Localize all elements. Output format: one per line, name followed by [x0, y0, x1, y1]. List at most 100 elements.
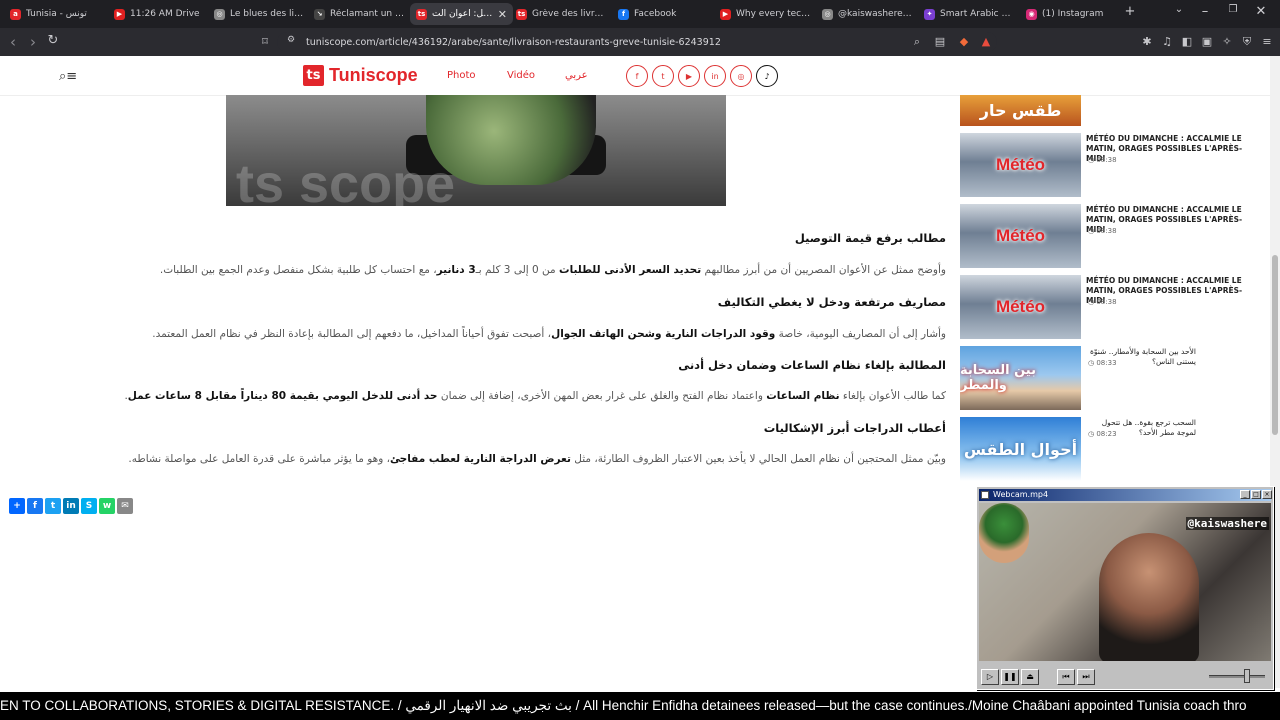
- webcam-minimize-button[interactable]: _: [1240, 490, 1250, 499]
- social-link-icon[interactable]: ▶: [678, 65, 700, 87]
- site-info-icon[interactable]: ⚙: [284, 35, 298, 49]
- ai-icon[interactable]: ✧: [1220, 35, 1234, 49]
- volume-slider-knob[interactable]: [1244, 669, 1250, 683]
- sidebar-article[interactable]: Météo MÉTÉO DU DIMANCHE : ACCALMIE LE MAT…: [960, 133, 1250, 197]
- share-icon[interactable]: S: [81, 498, 97, 514]
- streamer-shape: [1099, 533, 1199, 661]
- browser-tab[interactable]: ◉ (1) Instagram: [1020, 3, 1123, 25]
- social-link-icon[interactable]: ◎: [730, 65, 752, 87]
- tab-favicon-icon: ts: [416, 8, 427, 20]
- reload-icon[interactable]: ↻: [44, 33, 62, 48]
- reader-icon[interactable]: ▤: [933, 35, 947, 49]
- browser-toolbar: ‹ › ↻ ⌑ ⚙ tuniscope.com/article/436192/a…: [0, 28, 1280, 56]
- share-icon[interactable]: t: [45, 498, 61, 514]
- zoom-icon[interactable]: ⌕: [910, 35, 924, 49]
- logo-mark: ts: [303, 65, 324, 86]
- extensions-icon[interactable]: ✱: [1140, 35, 1154, 49]
- url-text[interactable]: tuniscope.com/article/436192/arabe/sante…: [306, 37, 721, 48]
- browser-tab[interactable]: ▶ Why every tech com: [714, 3, 817, 25]
- close-tab-icon[interactable]: ✕: [498, 8, 507, 21]
- webcam-titlebar[interactable]: Webcam.mp4: [979, 489, 1271, 501]
- thumbnail-text: بين السحابة والمطر: [960, 363, 1036, 393]
- heading-delivery-fee: مطالب برفع قيمة التوصيل: [794, 231, 946, 245]
- figurine-shape: [979, 503, 1029, 563]
- share-icon[interactable]: in: [63, 498, 79, 514]
- forward-icon[interactable]: ›: [24, 33, 42, 51]
- search-menu-icons[interactable]: ⌕≡: [59, 69, 77, 84]
- browser-tab[interactable]: ts Grève des livreurs d: [510, 3, 613, 25]
- player-app-icon: [981, 491, 989, 499]
- vpn-icon[interactable]: ⛨: [1240, 35, 1254, 49]
- browser-tab[interactable]: ts عاجل: أعوان الت ✕: [410, 3, 513, 25]
- image-watermark: ts scope: [236, 154, 456, 206]
- site-logo[interactable]: ts Tuniscope: [303, 65, 418, 86]
- social-link-icon[interactable]: t: [652, 65, 674, 87]
- menu-icon[interactable]: ≡: [1260, 35, 1274, 49]
- sidebar-article[interactable]: بين السحابة والمطر الأحد بين السحابة والأ…: [960, 346, 1250, 410]
- share-icon[interactable]: +: [9, 498, 25, 514]
- browser-tab[interactable]: ✦ Smart Arabic Keyb: [918, 3, 1021, 25]
- brave-shield-icon[interactable]: ◆: [957, 35, 971, 49]
- nav-arabic[interactable]: عربي: [565, 70, 588, 81]
- close-window-button[interactable]: ✕: [1252, 4, 1270, 19]
- share-icon[interactable]: f: [27, 498, 43, 514]
- sidebar-article-time: ◷ 08:38: [1088, 227, 1117, 235]
- webcam-maximize-button[interactable]: □: [1251, 490, 1261, 499]
- tab-favicon-icon: ◎: [822, 8, 833, 20]
- heading-high-costs: مصاريف مرتفعة ودخل لا يغطي التكاليف: [717, 295, 946, 309]
- next-button[interactable]: ⏭: [1077, 669, 1095, 685]
- site-header: ⌕≡ ts Tuniscope Photo Vidéo عربي f t ▶ in ◎ ♪: [0, 56, 1270, 96]
- webcam-video[interactable]: @kaiswashere: [979, 503, 1271, 661]
- pause-button[interactable]: ❚❚: [1001, 669, 1019, 685]
- paragraph-1: وأوضح ممثل عن الأعوان المصريين أن من أبر…: [159, 264, 946, 276]
- sidebar-thumbnail[interactable]: Météo: [960, 133, 1081, 197]
- social-link-icon[interactable]: ♪: [756, 65, 778, 87]
- webcam-player-window[interactable]: Webcam.mp4 _ □ × @kaiswashere ▷ ❚❚ ⏏ ⏮ ⏭: [976, 486, 1274, 690]
- back-icon[interactable]: ‹: [4, 33, 22, 51]
- volume-track[interactable]: [1209, 675, 1265, 678]
- tab-list-icon[interactable]: ⌄: [1170, 4, 1188, 15]
- sidebar-article-time: ◷ 08:33: [1088, 359, 1117, 367]
- tab-favicon-icon: a: [10, 8, 21, 20]
- streamer-handle: @kaiswashere: [1185, 517, 1269, 530]
- sidebar-article[interactable]: طقس حار: [960, 95, 1250, 126]
- nav-photo[interactable]: Photo: [447, 70, 476, 81]
- tab-title: عاجل: أعوان الت: [432, 9, 493, 19]
- page-scrollbar-thumb[interactable]: [1272, 255, 1278, 435]
- browser-tab[interactable]: a Tunisia - تونس: [4, 3, 107, 25]
- rewards-icon[interactable]: ▲: [979, 35, 993, 49]
- minimize-button[interactable]: –: [1196, 4, 1214, 19]
- wallet-icon[interactable]: ▣: [1200, 35, 1214, 49]
- restore-button[interactable]: ❐: [1224, 4, 1242, 15]
- sidebar-thumbnail[interactable]: بين السحابة والمطر: [960, 346, 1081, 410]
- tab-title: @kaiswashere - me: [838, 9, 913, 19]
- sidebar-thumbnail[interactable]: أحوال الطقس: [960, 417, 1081, 481]
- bookmark-icon[interactable]: ⌑: [258, 35, 272, 49]
- browser-tab[interactable]: ◎ @kaiswashere - me: [816, 3, 919, 25]
- previous-button[interactable]: ⏮: [1057, 669, 1075, 685]
- eject-button[interactable]: ⏏: [1021, 669, 1039, 685]
- browser-tab[interactable]: ◎ Le blues des livreurs: [208, 3, 311, 25]
- sidebar-article[interactable]: Météo MÉTÉO DU DIMANCHE : ACCALMIE LE MAT…: [960, 204, 1250, 268]
- browser-tab[interactable]: ↘ Réclamant un rever: [308, 3, 411, 25]
- sidebar-icon[interactable]: ◧: [1180, 35, 1194, 49]
- time-value: 08:38: [1096, 227, 1117, 235]
- browser-tab[interactable]: f Facebook: [612, 3, 715, 25]
- browser-tab[interactable]: ▶ 11:26 AM Drive: [108, 3, 211, 25]
- sidebar-article[interactable]: أحوال الطقس السحب ترجع بقوة.. هل تتحول لم…: [960, 417, 1250, 481]
- share-icon[interactable]: w: [99, 498, 115, 514]
- play-button[interactable]: ▷: [981, 669, 999, 685]
- social-link-icon[interactable]: in: [704, 65, 726, 87]
- paragraph-4: وبيّن ممثل المحتجين أن نظام العمل الحالي…: [128, 453, 946, 465]
- sidebar-thumbnail[interactable]: طقس حار: [960, 95, 1081, 126]
- media-icon[interactable]: ♫: [1160, 35, 1174, 49]
- webcam-close-button[interactable]: ×: [1262, 490, 1272, 499]
- sidebar-thumbnail[interactable]: Météo: [960, 275, 1081, 339]
- share-icon[interactable]: ✉: [117, 498, 133, 514]
- sidebar-article[interactable]: Météo MÉTÉO DU DIMANCHE : ACCALMIE LE MAT…: [960, 275, 1250, 339]
- nav-video[interactable]: Vidéo: [507, 70, 535, 81]
- sidebar-thumbnail[interactable]: Météo: [960, 204, 1081, 268]
- new-tab-button[interactable]: +: [1121, 4, 1139, 19]
- social-link-icon[interactable]: f: [626, 65, 648, 87]
- tab-favicon-icon: f: [618, 8, 629, 20]
